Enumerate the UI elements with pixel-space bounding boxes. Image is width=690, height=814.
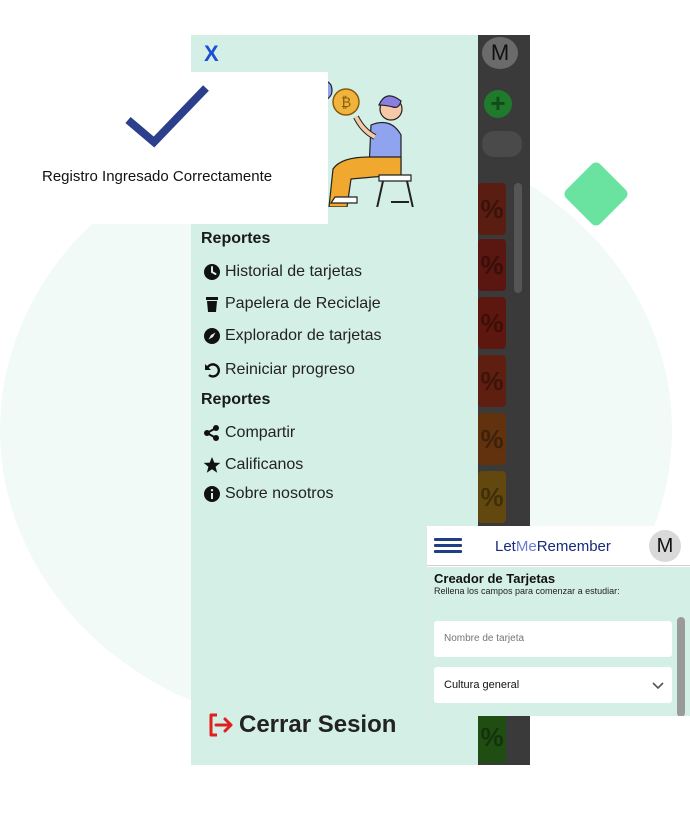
logout-label: Cerrar Sesion [239,711,397,738]
menu-item-label: Calificanos [225,456,304,473]
menu-item-share[interactable]: Compartir [203,424,295,442]
logout-icon [209,713,233,737]
card-tile[interactable]: % [478,471,506,523]
close-drawer-button[interactable]: X [204,41,219,67]
category-select[interactable]: Cultura general [434,667,672,703]
toast-message: Registro Ingresado Correctamente [42,168,273,185]
category-select-value: Cultura general [444,679,520,691]
menu-item-label: Explorador de tarjetas [225,327,382,344]
menu-item-label: Compartir [225,424,296,441]
avatar[interactable]: M [649,530,681,562]
reports-section-title: Reportes [201,230,271,247]
undo-icon [205,363,221,378]
card-name-input[interactable] [434,621,672,657]
card-creator-form: Creador de Tarjetas Rellena los campos p… [427,567,690,716]
clock-icon [204,264,220,280]
share-icon [204,425,219,441]
avatar[interactable]: M [482,37,518,69]
menu-item-rate[interactable]: Calificanos [203,456,303,474]
card-tile[interactable]: % [478,711,506,763]
star-icon [203,457,221,473]
card-tile[interactable]: % [478,183,506,235]
svg-text:₿: ₿ [341,94,351,110]
app-title: LetMeRemember [495,538,611,555]
trash-icon [206,297,218,312]
success-toast: Registro Ingresado Correctamente [0,72,328,224]
app-header: LetMeRemember M [427,526,690,566]
menu-item-label: Historial de tarjetas [225,263,362,280]
menu-item-trash[interactable]: Papelera de Reciclaje [203,295,381,313]
card-tile[interactable]: % [478,297,506,349]
reports-section-title: Reportes [201,391,271,408]
menu-item-about[interactable]: Sobre nosotros [203,485,334,503]
page-title: Creador de Tarjetas [434,571,556,586]
scrollbar[interactable] [514,183,522,293]
card-tile[interactable]: % [478,239,506,291]
checkmark-icon [125,85,209,148]
menu-item-history[interactable]: Historial de tarjetas [203,263,362,281]
menu-item-label: Papelera de Reciclaje [225,295,381,312]
card-creator-screen: LetMeRemember M Creador de Tarjetas Rell… [426,526,690,716]
menu-item-reset[interactable]: Reiniciar progreso [203,361,355,379]
scrollbar[interactable] [677,617,685,716]
card-tile[interactable]: % [478,355,506,407]
menu-item-label: Sobre nosotros [225,485,334,502]
menu-item-label: Reiniciar progreso [225,361,355,378]
chevron-down-icon [652,682,664,690]
app-title-part: Remember [536,538,611,555]
app-title-part: Let [495,538,516,555]
logout-button[interactable]: Cerrar Sesion [207,711,396,739]
compass-icon [204,328,220,344]
app-title-part: Me [515,538,537,555]
card-tile[interactable]: % [478,413,506,465]
page-subtitle: Rellena los campos para comenzar a estud… [434,586,620,596]
menu-item-explorer[interactable]: Explorador de tarjetas [203,327,382,345]
search-input[interactable] [482,131,522,157]
info-icon [204,486,220,502]
hamburger-menu-icon[interactable] [434,538,462,554]
add-card-button[interactable]: + [484,90,512,118]
